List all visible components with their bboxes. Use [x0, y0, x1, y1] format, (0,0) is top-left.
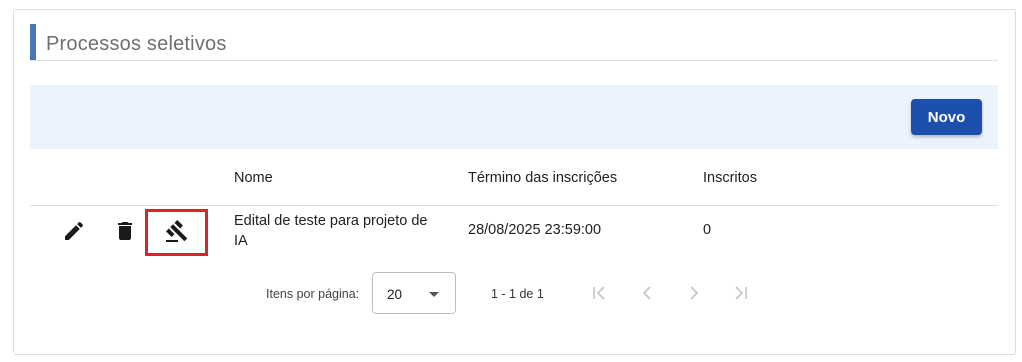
items-per-page-select[interactable]: 20: [372, 272, 456, 314]
processes-table: Nome Término das inscrições Inscritos Ed…: [30, 149, 998, 264]
prev-page-icon: [642, 286, 651, 300]
dropdown-arrow-icon: [429, 292, 439, 297]
new-button[interactable]: Novo: [911, 99, 982, 135]
toolbar: Novo: [30, 85, 998, 149]
column-header-name: Nome: [234, 170, 273, 186]
judge-button[interactable]: [163, 217, 191, 245]
title-accent-bar: [30, 24, 36, 60]
edit-icon: [65, 221, 84, 240]
column-header-enrolled: Inscritos: [703, 170, 757, 186]
table-header: Nome Término das inscrições Inscritos: [30, 149, 998, 206]
next-page-icon: [690, 286, 699, 300]
last-page-icon: [735, 286, 747, 300]
previous-page-button[interactable]: [635, 281, 659, 305]
table-row: Edital de teste para projeto de IA 28/08…: [30, 206, 998, 264]
edit-button[interactable]: [60, 217, 88, 245]
delete-icon: [118, 222, 132, 240]
last-page-button[interactable]: [729, 281, 753, 305]
column-header-deadline: Término das inscrições: [468, 170, 618, 186]
page-title: Processos seletivos: [46, 33, 227, 55]
next-page-button[interactable]: [682, 281, 706, 305]
delete-button[interactable]: [111, 217, 139, 245]
first-page-button[interactable]: [587, 281, 611, 305]
gavel-icon: [165, 220, 188, 242]
first-page-icon: [593, 286, 605, 300]
items-per-page-value: 20: [387, 287, 403, 302]
title-bar: Processos seletivos: [30, 24, 998, 61]
process-deadline: 28/08/2025 23:59:00: [468, 222, 602, 238]
paginator: Itens por página: 20 1 - 1 de 1: [0, 272, 1022, 314]
page-range-label: 1 - 1 de 1: [491, 287, 544, 301]
items-per-page-label: Itens por página:: [266, 287, 360, 301]
process-enrolled: 0: [703, 222, 712, 238]
process-name: Edital de teste para projeto de IA: [234, 213, 428, 249]
